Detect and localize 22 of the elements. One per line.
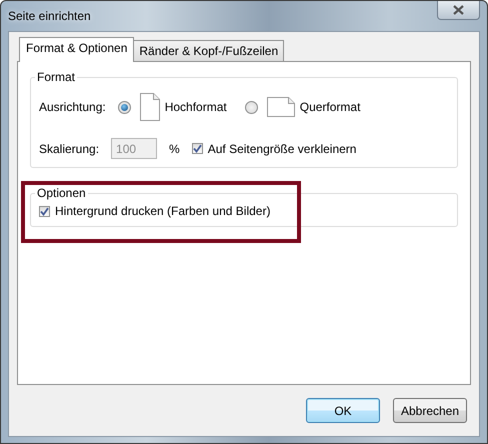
group-title: Optionen [36, 186, 87, 200]
close-button[interactable] [437, 1, 480, 20]
close-icon [453, 5, 464, 15]
radio-button[interactable] [244, 100, 258, 114]
radio-label: Querformat [300, 100, 360, 114]
percent-label: % [169, 142, 180, 156]
checkbox-label: Auf Seitengröße verkleinern [208, 142, 356, 156]
page-icon [140, 93, 160, 121]
checkbox[interactable] [39, 206, 50, 216]
group-title: Format [36, 70, 76, 84]
page-icon [266, 97, 295, 117]
ok-button[interactable]: OK [306, 398, 380, 423]
cancel-button[interactable]: Abbrechen [393, 398, 467, 423]
window-title: Seite einrichten [8, 9, 91, 23]
checkbox[interactable] [192, 143, 203, 154]
scale-label: Skalierung: [39, 142, 100, 156]
checkbox-label: Hintergrund drucken (Farben und Bilder) [55, 204, 270, 218]
radio-label: Hochformat [164, 100, 227, 114]
radio-button[interactable] [118, 100, 131, 114]
tab[interactable]: Ränder & Kopf-/Fußzeilen [133, 40, 284, 62]
tab[interactable]: Format & Optionen [19, 37, 134, 62]
orientation-label: Ausrichtung: [39, 100, 106, 114]
